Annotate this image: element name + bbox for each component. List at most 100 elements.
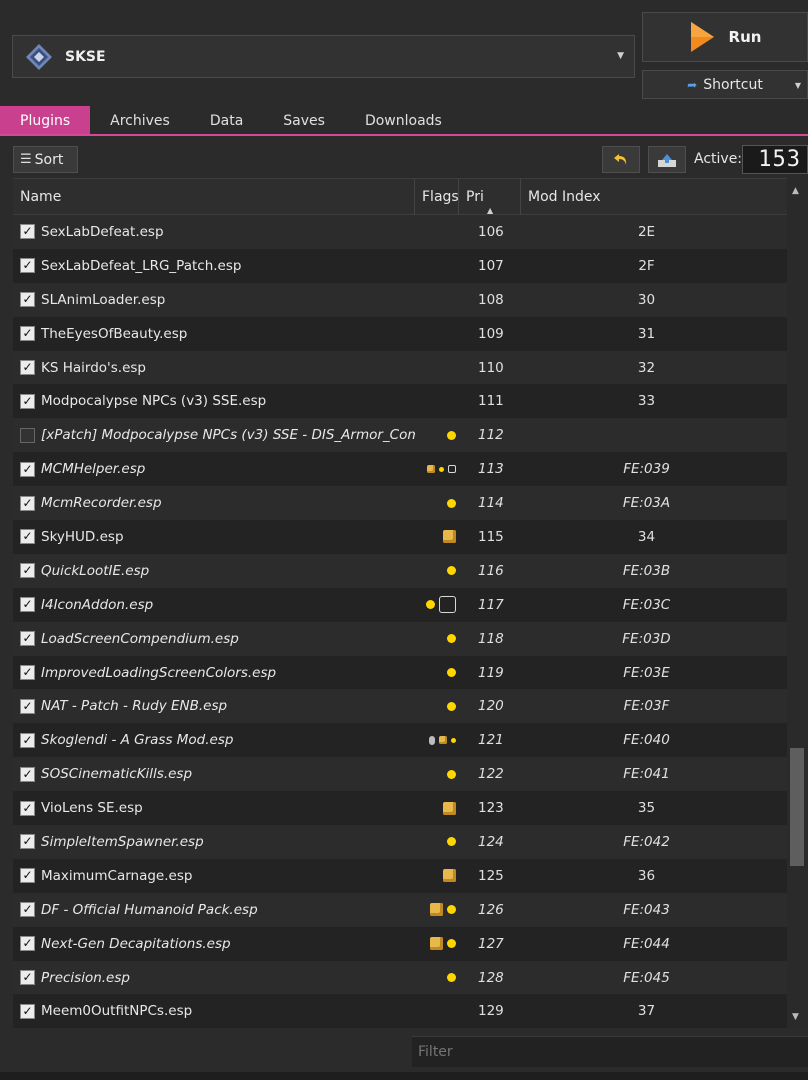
plugin-mod-index: 34 bbox=[637, 528, 656, 545]
plugin-name-cell: ✓ KS Hairdo's.esp bbox=[13, 360, 415, 376]
plugin-checkbox[interactable]: ✓ bbox=[20, 732, 35, 748]
plugin-name-cell: ✓ Skoglendi - A Grass Mod.esp bbox=[13, 732, 415, 748]
tab-downloads[interactable]: Downloads bbox=[345, 106, 462, 134]
tab-plugins[interactable]: Plugins bbox=[0, 106, 91, 134]
plugin-priority: 129 bbox=[478, 1003, 504, 1020]
plugin-checkbox[interactable]: ✓ bbox=[20, 326, 35, 342]
table-row[interactable]: ✓ VioLens SE.esp 123 35 bbox=[13, 791, 787, 826]
plugin-checkbox[interactable]: ✓ bbox=[20, 665, 35, 681]
plugin-flags bbox=[415, 668, 459, 678]
column-header-priority[interactable]: Pri ▲ bbox=[459, 179, 521, 215]
filter-input[interactable] bbox=[412, 1036, 808, 1067]
plugin-priority: 123 bbox=[478, 800, 504, 817]
plugin-name-cell: ✓ McmRecorder.esp bbox=[13, 495, 415, 511]
plugin-priority: 118 bbox=[478, 630, 504, 647]
table-row[interactable]: ✓ NAT - Patch - Rudy ENB.esp 120 FE:03F bbox=[13, 689, 787, 724]
table-row[interactable]: ✓ SOSCinematicKills.esp 122 FE:041 bbox=[13, 757, 787, 792]
plugin-list: Name Flags Pri ▲ Mod Index ✓ SexLabDefeat… bbox=[13, 178, 787, 1028]
table-row[interactable]: ✓ ImprovedLoadingScreenColors.esp 119 FE:03… bbox=[13, 655, 787, 690]
restore-icon bbox=[658, 153, 676, 167]
plugin-name: VioLens SE.esp bbox=[41, 800, 143, 817]
table-row[interactable]: ✓ TheEyesOfBeauty.esp 109 31 bbox=[13, 316, 787, 351]
plugin-priority: 114 bbox=[478, 495, 504, 512]
table-row[interactable]: ✓ SexLabDefeat.esp 106 2E bbox=[13, 215, 787, 249]
tab-archives[interactable]: Archives bbox=[90, 106, 190, 134]
plugin-checkbox[interactable]: ✓ bbox=[20, 766, 35, 782]
plugin-checkbox[interactable]: ✓ bbox=[20, 461, 35, 477]
scroll-down-icon[interactable]: ▼ bbox=[792, 1012, 799, 1022]
table-row[interactable]: ✓ Modpocalypse NPCs (v3) SSE.esp 111 33 bbox=[13, 384, 787, 419]
table-row[interactable]: ✓ McmRecorder.esp 114 FE:03A bbox=[13, 486, 787, 521]
plugin-checkbox[interactable]: ✓ bbox=[20, 563, 35, 579]
plugin-checkbox[interactable] bbox=[20, 427, 35, 443]
plugin-flag-dot-icon bbox=[447, 701, 456, 711]
table-row[interactable]: ✓ SimpleItemSpawner.esp 124 FE:042 bbox=[13, 825, 787, 859]
table-row[interactable]: ✓ I4IconAddon.esp 117 FE:03C bbox=[13, 587, 787, 622]
archive-cube-icon bbox=[443, 801, 456, 815]
plugin-checkbox[interactable]: ✓ bbox=[20, 970, 35, 986]
play-triangle-icon bbox=[690, 22, 714, 52]
table-row[interactable]: ✓ SkyHUD.esp 115 34 bbox=[13, 520, 787, 554]
executable-select[interactable]: SKSE ▼ bbox=[12, 35, 635, 78]
plugin-checkbox[interactable]: ✓ bbox=[20, 698, 35, 714]
vertical-scrollbar[interactable]: ▲ ▼ bbox=[787, 178, 808, 1028]
plugin-flag-dot-icon bbox=[447, 939, 456, 949]
table-row[interactable]: ✓ Precision.esp 128 FE:045 bbox=[13, 960, 787, 995]
plugin-checkbox[interactable]: ✓ bbox=[20, 631, 35, 647]
table-row[interactable]: ✓ SLAnimLoader.esp 108 30 bbox=[13, 282, 787, 317]
plugin-name-cell: ✓ SOSCinematicKills.esp bbox=[13, 766, 415, 782]
plugin-name-cell: ✓ MCMHelper.esp bbox=[13, 461, 415, 477]
plugin-name: MCMHelper.esp bbox=[41, 461, 146, 478]
table-row[interactable]: ✓ Meem0OutfitNPCs.esp 129 37 bbox=[13, 994, 787, 1028]
table-row[interactable]: ✓ MaximumCarnage.esp 125 36 bbox=[13, 858, 787, 893]
plugin-checkbox[interactable]: ✓ bbox=[20, 834, 35, 850]
shortcut-button[interactable]: ➦ Shortcut ▼ bbox=[642, 70, 808, 99]
table-row[interactable]: ✓ Next-Gen Decapitations.esp 127 FE:044 bbox=[13, 926, 787, 961]
plugin-checkbox[interactable]: ✓ bbox=[20, 1003, 35, 1019]
plugin-name: SkyHUD.esp bbox=[41, 528, 124, 545]
table-row[interactable]: ✓ DF - Official Humanoid Pack.esp 126 FE:04… bbox=[13, 892, 787, 927]
table-row[interactable]: ✓ SexLabDefeat_LRG_Patch.esp 107 2F bbox=[13, 248, 787, 283]
column-header-name[interactable]: Name bbox=[13, 179, 415, 215]
tab-saves[interactable]: Saves bbox=[263, 106, 345, 134]
plugin-checkbox[interactable]: ✓ bbox=[20, 360, 35, 375]
scrollbar-thumb[interactable] bbox=[790, 748, 804, 866]
run-label: Run bbox=[728, 28, 762, 46]
table-row[interactable]: ✓ QuickLootIE.esp 116 FE:03B bbox=[13, 553, 787, 588]
plugin-checkbox[interactable]: ✓ bbox=[20, 936, 35, 952]
plugin-name-cell: ✓ I4IconAddon.esp bbox=[13, 597, 415, 613]
tab-data[interactable]: Data bbox=[190, 106, 263, 134]
plugin-checkbox[interactable]: ✓ bbox=[20, 393, 35, 409]
plugin-flags bbox=[415, 596, 459, 614]
plugin-priority: 116 bbox=[478, 562, 504, 579]
column-header-mod-index[interactable]: Mod Index bbox=[521, 179, 787, 215]
plugin-checkbox[interactable]: ✓ bbox=[20, 597, 35, 613]
table-row[interactable]: ✓ MCMHelper.esp 113 FE:039 bbox=[13, 452, 787, 487]
plugin-priority: 109 bbox=[478, 325, 504, 342]
plugin-checkbox[interactable]: ✓ bbox=[20, 800, 35, 816]
table-row[interactable]: ✓ LoadScreenCompendium.esp 118 FE:03D bbox=[13, 621, 787, 656]
table-row[interactable]: ✓ KS Hairdo's.esp 110 32 bbox=[13, 350, 787, 385]
table-row[interactable]: ✓ Skoglendi - A Grass Mod.esp 121 FE:040 bbox=[13, 723, 787, 758]
plugin-checkbox[interactable]: ✓ bbox=[20, 902, 35, 918]
table-header: Name Flags Pri ▲ Mod Index bbox=[13, 179, 787, 215]
plugin-checkbox[interactable]: ✓ bbox=[20, 224, 35, 240]
restore-backup-button[interactable] bbox=[648, 146, 686, 173]
plugin-checkbox[interactable]: ✓ bbox=[20, 292, 35, 308]
plugin-checkbox[interactable]: ✓ bbox=[20, 495, 35, 511]
plugin-checkbox[interactable]: ✓ bbox=[20, 529, 35, 545]
archive-cube-icon bbox=[430, 937, 443, 951]
column-header-flags[interactable]: Flags bbox=[415, 179, 459, 215]
chevron-down-icon[interactable]: ▼ bbox=[795, 81, 801, 90]
run-button[interactable]: Run bbox=[642, 12, 808, 62]
scroll-up-icon[interactable]: ▲ bbox=[792, 186, 799, 196]
plugin-name-cell: [xPatch] Modpocalypse NPCs (v3) SSE - DI… bbox=[13, 427, 415, 443]
plugin-checkbox[interactable]: ✓ bbox=[20, 868, 35, 884]
plugin-mod-index: FE:03F bbox=[623, 698, 670, 715]
undo-button[interactable] bbox=[602, 146, 640, 173]
plugin-mod-index: FE:03B bbox=[622, 562, 671, 579]
plugin-checkbox[interactable]: ✓ bbox=[20, 258, 35, 274]
table-row[interactable]: [xPatch] Modpocalypse NPCs (v3) SSE - DI… bbox=[13, 418, 787, 453]
sort-button[interactable]: ☰ Sort bbox=[13, 146, 78, 173]
chevron-down-icon[interactable]: ▼ bbox=[617, 51, 624, 61]
